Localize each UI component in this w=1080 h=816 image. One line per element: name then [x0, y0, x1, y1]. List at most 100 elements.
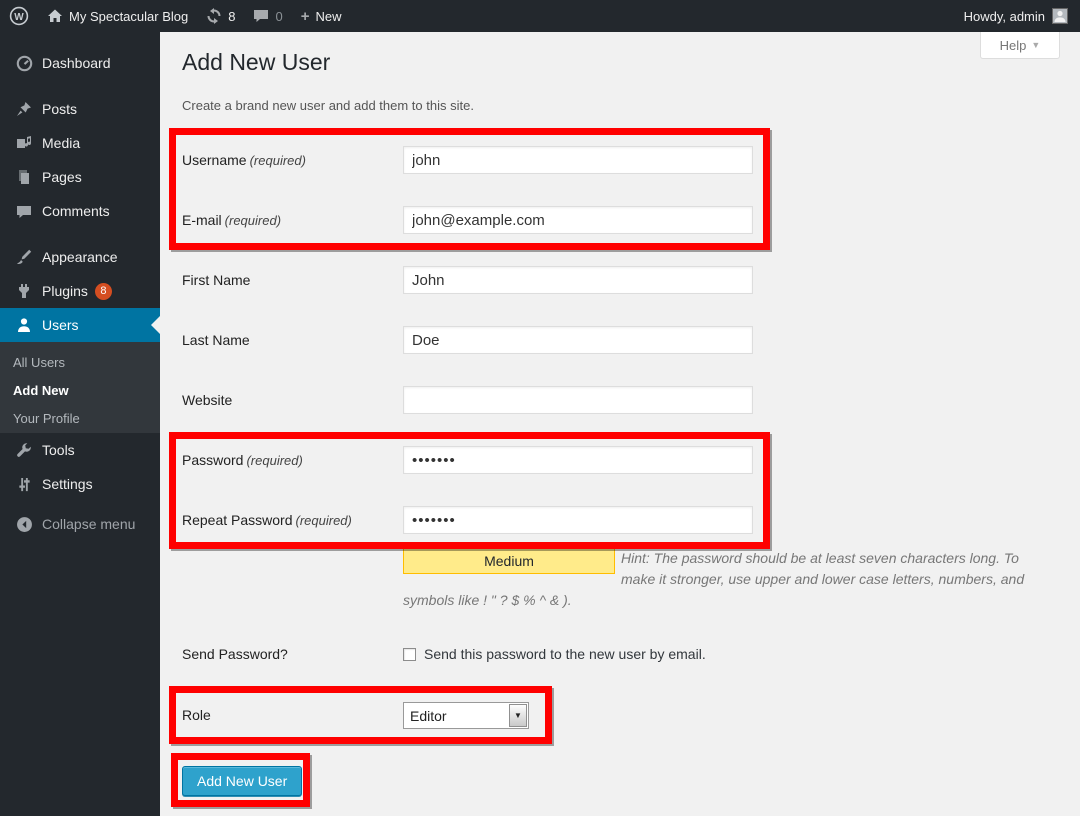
sidebar-item-posts[interactable]: Posts — [0, 92, 160, 126]
last-name-input[interactable] — [403, 326, 753, 354]
username-row: Username(required) — [182, 146, 753, 175]
my-account-menu[interactable]: Howdy, admin — [952, 0, 1080, 32]
sidebar-item-label: Appearance — [42, 249, 118, 265]
password-strength-meter: Medium — [403, 548, 615, 574]
collapse-arrow-icon — [14, 516, 34, 533]
sidebar-item-plugins[interactable]: Plugins 8 — [0, 274, 160, 308]
howdy-text: Howdy, admin — [964, 9, 1045, 24]
submenu-item-all-users[interactable]: All Users — [0, 349, 160, 377]
site-name: My Spectacular Blog — [69, 9, 188, 24]
updates-icon — [206, 8, 222, 24]
site-name-link[interactable]: My Spectacular Blog — [38, 0, 197, 32]
page-title: Add New User — [182, 48, 330, 77]
sidebar-item-label: Tools — [42, 442, 75, 458]
send-password-label: Send Password? — [182, 644, 288, 665]
svg-text:W: W — [14, 12, 24, 23]
required-note: (required) — [250, 153, 306, 168]
website-row: Website — [182, 386, 753, 414]
sidebar-item-label: Collapse menu — [42, 516, 135, 532]
wordpress-add-new-user-page: W My Spectacular Blog 8 0 — [0, 0, 1080, 816]
chevron-down-icon: ▼ — [1031, 40, 1040, 50]
sidebar-item-pages[interactable]: Pages — [0, 160, 160, 194]
sidebar-item-tools[interactable]: Tools — [0, 433, 160, 467]
first-name-label: First Name — [182, 266, 403, 294]
first-name-row: First Name — [182, 266, 753, 294]
role-selected-value: Editor — [404, 708, 508, 724]
media-icon — [14, 135, 34, 151]
dashboard-icon — [14, 55, 34, 72]
submenu-item-add-new[interactable]: Add New — [0, 377, 160, 405]
role-label: Role — [182, 702, 211, 729]
new-content-menu[interactable]: + New — [292, 0, 351, 32]
send-password-checkbox[interactable] — [403, 648, 416, 661]
username-label: Username(required) — [182, 146, 403, 175]
wordpress-logo-icon: W — [9, 6, 29, 26]
comment-bubble-icon — [253, 9, 269, 23]
email-row: E-mail(required) — [182, 206, 753, 235]
send-password-control: Send this password to the new user by em… — [403, 644, 706, 665]
first-name-input[interactable] — [403, 266, 753, 294]
last-name-row: Last Name — [182, 326, 753, 354]
sidebar-item-label: Plugins — [42, 283, 88, 299]
new-label: New — [315, 9, 341, 24]
user-icon — [14, 317, 34, 333]
home-icon — [47, 8, 63, 24]
avatar — [1052, 8, 1068, 24]
help-label: Help — [1000, 38, 1027, 53]
comments-link[interactable]: 0 — [244, 0, 291, 32]
menu-separator — [0, 228, 160, 240]
send-password-checkbox-label: Send this password to the new user by em… — [424, 644, 706, 665]
repeat-password-row: Repeat Password(required) — [182, 506, 753, 535]
wrench-icon — [14, 442, 34, 458]
paintbrush-icon — [14, 249, 34, 265]
sidebar-item-label: Dashboard — [42, 55, 111, 71]
sidebar-item-label: Pages — [42, 169, 82, 185]
role-select[interactable]: Editor ▼ — [403, 702, 529, 729]
pages-icon — [14, 169, 34, 185]
website-label: Website — [182, 386, 403, 414]
admin-sidebar: Dashboard Posts Media Pages Comments — [0, 32, 160, 816]
updates-link[interactable]: 8 — [197, 0, 244, 32]
last-name-label: Last Name — [182, 326, 403, 354]
update-count: 8 — [228, 9, 235, 24]
plugins-update-badge: 8 — [95, 283, 112, 300]
required-note: (required) — [225, 213, 281, 228]
sidebar-item-label: Users — [42, 317, 79, 333]
sidebar-item-comments[interactable]: Comments — [0, 194, 160, 228]
password-input[interactable] — [403, 446, 753, 474]
plugin-icon — [14, 283, 34, 299]
repeat-password-label: Repeat Password(required) — [182, 506, 403, 535]
collapse-menu-button[interactable]: Collapse menu — [0, 507, 160, 541]
password-label: Password(required) — [182, 446, 403, 475]
website-input[interactable] — [403, 386, 753, 414]
users-submenu: All Users Add New Your Profile — [0, 342, 160, 433]
sidebar-item-label: Settings — [42, 476, 93, 492]
sidebar-item-dashboard[interactable]: Dashboard — [0, 46, 160, 80]
current-menu-arrow — [151, 316, 160, 334]
wordpress-logo-menu[interactable]: W — [0, 0, 38, 32]
add-new-user-button[interactable]: Add New User — [182, 766, 302, 796]
admin-bar: W My Spectacular Blog 8 0 — [0, 0, 1080, 32]
plus-icon: + — [301, 8, 310, 25]
email-input[interactable] — [403, 206, 753, 234]
required-note: (required) — [246, 453, 302, 468]
username-input[interactable] — [403, 146, 753, 174]
pushpin-icon — [14, 101, 34, 117]
password-row: Password(required) — [182, 446, 753, 475]
dropdown-arrow-icon: ▼ — [509, 704, 527, 727]
comment-count: 0 — [275, 9, 282, 24]
sidebar-item-settings[interactable]: Settings — [0, 467, 160, 501]
sidebar-item-users[interactable]: Users — [0, 308, 160, 342]
menu-separator — [0, 80, 160, 92]
sidebar-item-label: Posts — [42, 101, 77, 117]
comments-icon — [14, 204, 34, 219]
sidebar-item-label: Media — [42, 135, 80, 151]
page-description: Create a brand new user and add them to … — [182, 98, 474, 113]
sidebar-item-appearance[interactable]: Appearance — [0, 240, 160, 274]
submenu-item-your-profile[interactable]: Your Profile — [0, 405, 160, 433]
repeat-password-input[interactable] — [403, 506, 753, 534]
required-note: (required) — [296, 513, 352, 528]
help-tab[interactable]: Help ▼ — [980, 32, 1060, 59]
email-label: E-mail(required) — [182, 206, 403, 235]
sidebar-item-media[interactable]: Media — [0, 126, 160, 160]
